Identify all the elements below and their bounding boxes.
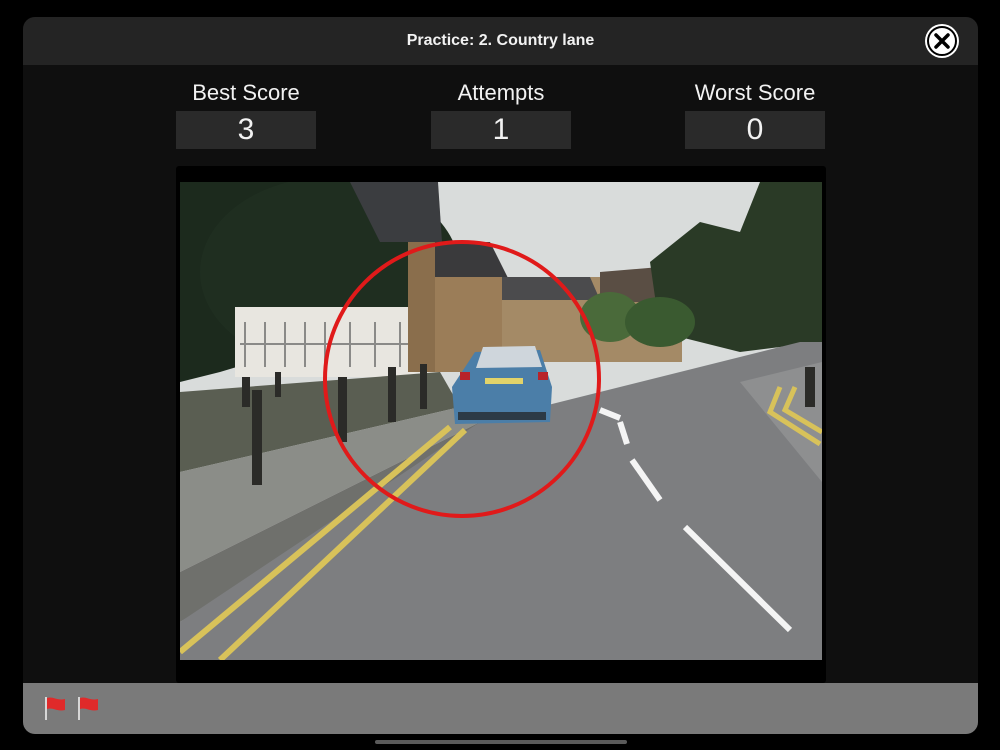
flag-bar — [23, 683, 978, 734]
title-bar: Practice: 2. Country lane — [23, 17, 978, 65]
close-button[interactable] — [927, 26, 957, 56]
video-player[interactable]: 1 — [176, 166, 826, 734]
home-indicator[interactable] — [375, 740, 627, 744]
attempts-value: 1 — [431, 111, 571, 149]
best-score-value: 3 — [176, 111, 316, 149]
video-frame-image[interactable] — [180, 182, 822, 660]
red-flag-icon[interactable] — [76, 695, 100, 721]
worst-score-value: 0 — [685, 111, 825, 149]
best-score-stat: Best Score 3 — [176, 79, 316, 149]
close-x-icon — [934, 33, 950, 49]
worst-score-stat: Worst Score 0 — [685, 79, 825, 149]
attempts-stat: Attempts 1 — [431, 79, 571, 149]
best-score-label: Best Score — [192, 80, 300, 105]
practice-panel: Practice: 2. Country lane Best Score 3 A… — [23, 17, 978, 734]
attempts-label: Attempts — [457, 80, 545, 105]
page-title: Practice: 2. Country lane — [406, 32, 595, 49]
worst-score-label: Worst Score — [694, 80, 816, 105]
red-flag-icon[interactable] — [43, 695, 67, 721]
